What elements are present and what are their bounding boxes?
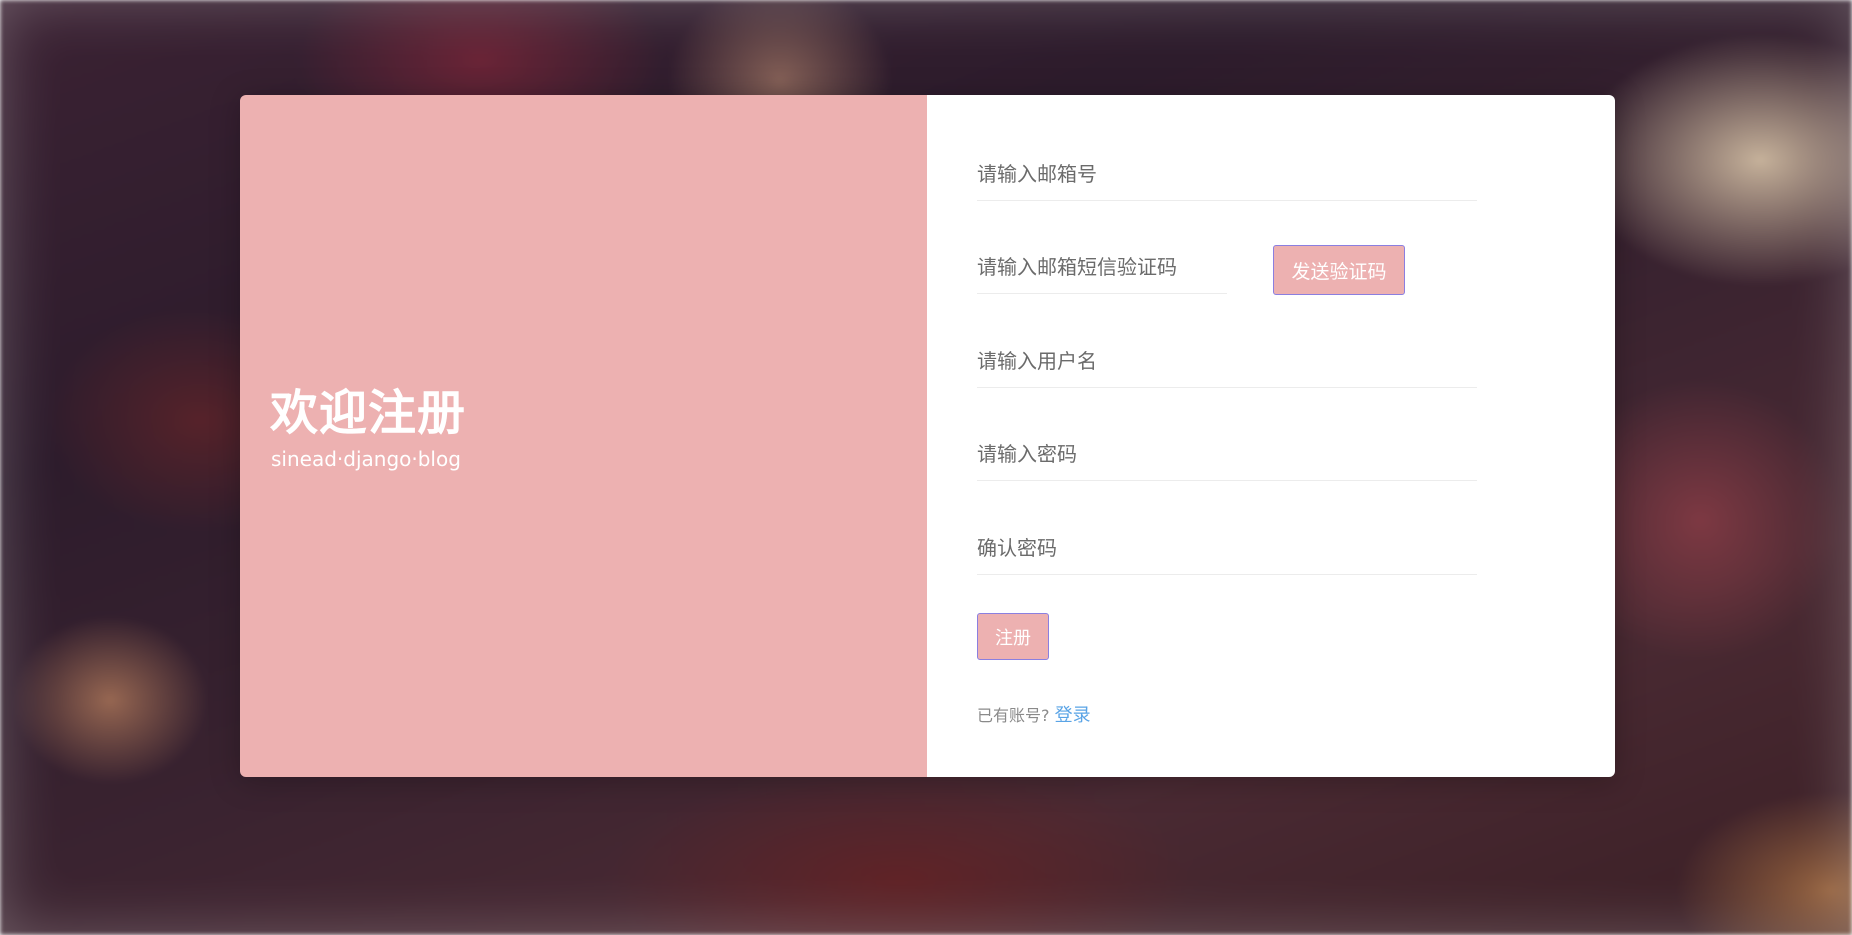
password-input[interactable] [977,427,1477,481]
register-form: 发送验证码 注册 已有账号? 登录 [927,95,1615,777]
send-code-button[interactable]: 发送验证码 [1273,245,1405,295]
register-card: 欢迎注册 sinead·django·blog 发送验证码 注册 已有账号? 登… [240,95,1615,777]
site-subtitle: sinead·django·blog [271,447,461,471]
verification-code-input[interactable] [977,240,1227,294]
email-input[interactable] [977,147,1477,201]
username-input[interactable] [977,334,1477,388]
welcome-panel: 欢迎注册 sinead·django·blog [240,95,927,777]
welcome-title: 欢迎注册 [270,385,467,441]
confirm-password-input[interactable] [977,521,1477,575]
login-link[interactable]: 登录 [1055,705,1091,726]
login-prompt: 已有账号? 登录 [977,701,1091,727]
has-account-text: 已有账号? [977,706,1050,725]
register-button[interactable]: 注册 [977,613,1049,660]
